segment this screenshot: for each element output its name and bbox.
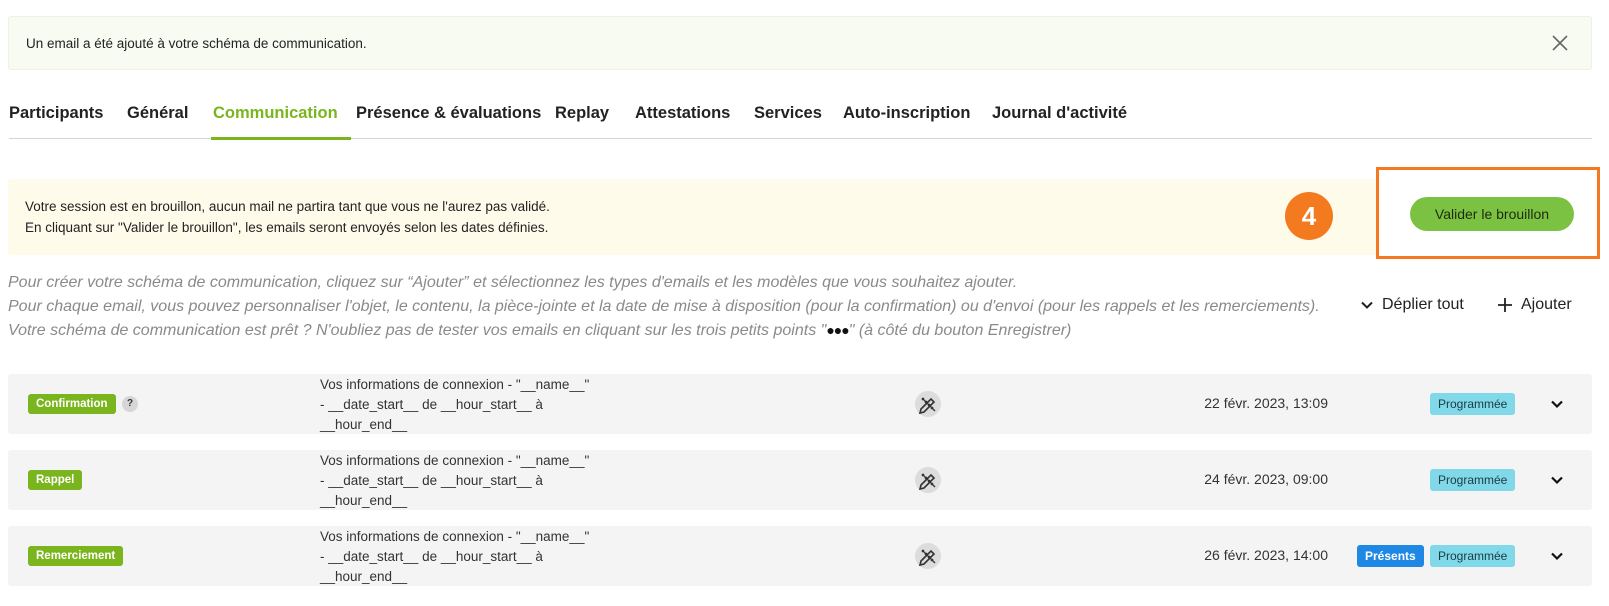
edit-pencil-ruler-icon[interactable] (914, 466, 942, 494)
email-subject-line1: Vos informations de connexion - "__name_… (320, 377, 590, 392)
close-icon[interactable] (1551, 34, 1569, 52)
help-icon[interactable]: ? (122, 396, 138, 412)
audience-badge: Présents (1357, 545, 1424, 567)
tab-participants[interactable]: Participants (9, 104, 103, 123)
draft-notice: Votre session est en brouillon, aucun ma… (8, 179, 1378, 255)
step-number-badge: 4 (1285, 192, 1333, 240)
tab-services[interactable]: Services (754, 104, 822, 123)
tab-presence-evaluations[interactable]: Présence & évaluations (356, 104, 541, 123)
chevron-down-icon[interactable] (1550, 473, 1564, 487)
edit-pencil-ruler-icon[interactable] (914, 390, 942, 418)
chevron-down-icon[interactable] (1550, 549, 1564, 563)
status-badge: Programmée (1430, 393, 1516, 415)
tab-auto-inscription[interactable]: Auto-inscription (843, 104, 970, 123)
success-banner: Un email a été ajouté à votre schéma de … (8, 16, 1592, 70)
active-tab-indicator (211, 137, 351, 140)
status-badge: Programmée (1430, 469, 1516, 491)
tab-replay[interactable]: Replay (555, 104, 609, 123)
email-row-confirmation: Confirmation ? Vos informations de conne… (8, 374, 1592, 434)
tab-journal-activite[interactable]: Journal d'activité (992, 104, 1127, 123)
email-subject-line2: - __date_start__ de __hour_start__ à (320, 473, 543, 488)
tab-general[interactable]: Général (127, 104, 188, 123)
instruction-line3-end: " (à côté du bouton Enregistrer) (848, 322, 1072, 339)
instruction-line2: Pour chaque email, vous pouvez personnal… (8, 298, 1320, 315)
draft-notice-line1: Votre session est en brouillon, aucun ma… (25, 199, 550, 214)
tab-attestations[interactable]: Attestations (635, 104, 730, 123)
more-dots-icon: ●●● (826, 322, 849, 338)
email-send-date: 26 févr. 2023, 14:00 (1204, 547, 1328, 563)
email-subject-line1: Vos informations de connexion - "__name_… (320, 453, 590, 468)
edit-pencil-ruler-icon[interactable] (914, 542, 942, 570)
draft-notice-line2: En cliquant sur "Valider le brouillon", … (25, 220, 549, 235)
session-tabs: Participants Général Communication Prése… (9, 100, 1592, 140)
email-subject-line1: Vos informations de connexion - "__name_… (320, 529, 590, 544)
email-type-tag: Confirmation (28, 394, 116, 414)
email-subject-line3: __hour_end__ (320, 417, 408, 432)
email-subject-line2: - __date_start__ de __hour_start__ à (320, 549, 543, 564)
email-row-remerciement: Remerciement Vos informations de connexi… (8, 526, 1592, 586)
instruction-line3-start: Votre schéma de communication est prêt ?… (8, 322, 827, 339)
email-subject-line3: __hour_end__ (320, 569, 408, 584)
email-subject-line3: __hour_end__ (320, 493, 408, 508)
chevron-down-icon[interactable] (1550, 397, 1564, 411)
plus-icon (1498, 298, 1512, 312)
validate-draft-button[interactable]: Valider le brouillon (1410, 197, 1574, 231)
email-subject: Vos informations de connexion - "__name_… (320, 451, 640, 511)
chevron-down-icon (1361, 301, 1373, 309)
email-subject: Vos informations de connexion - "__name_… (320, 527, 640, 587)
add-label: Ajouter (1521, 296, 1572, 313)
expand-all-label: Déplier tout (1382, 296, 1464, 313)
status-badge: Programmée (1430, 545, 1516, 567)
email-send-date: 22 févr. 2023, 13:09 (1204, 395, 1328, 411)
email-subject-line2: - __date_start__ de __hour_start__ à (320, 397, 543, 412)
expand-all-button[interactable]: Déplier tout (1360, 296, 1464, 314)
tab-communication[interactable]: Communication (213, 104, 338, 123)
instruction-line1: Pour créer votre schéma de communication… (8, 274, 1018, 291)
add-button[interactable]: Ajouter (1497, 296, 1572, 314)
instruction-line3: Votre schéma de communication est prêt ?… (8, 322, 1071, 340)
banner-message: Un email a été ajouté à votre schéma de … (26, 36, 367, 51)
email-row-rappel: Rappel Vos informations de connexion - "… (8, 450, 1592, 510)
email-subject: Vos informations de connexion - "__name_… (320, 375, 640, 435)
email-type-tag: Remerciement (28, 546, 124, 566)
email-send-date: 24 févr. 2023, 09:00 (1204, 471, 1328, 487)
email-type-tag: Rappel (28, 470, 83, 490)
